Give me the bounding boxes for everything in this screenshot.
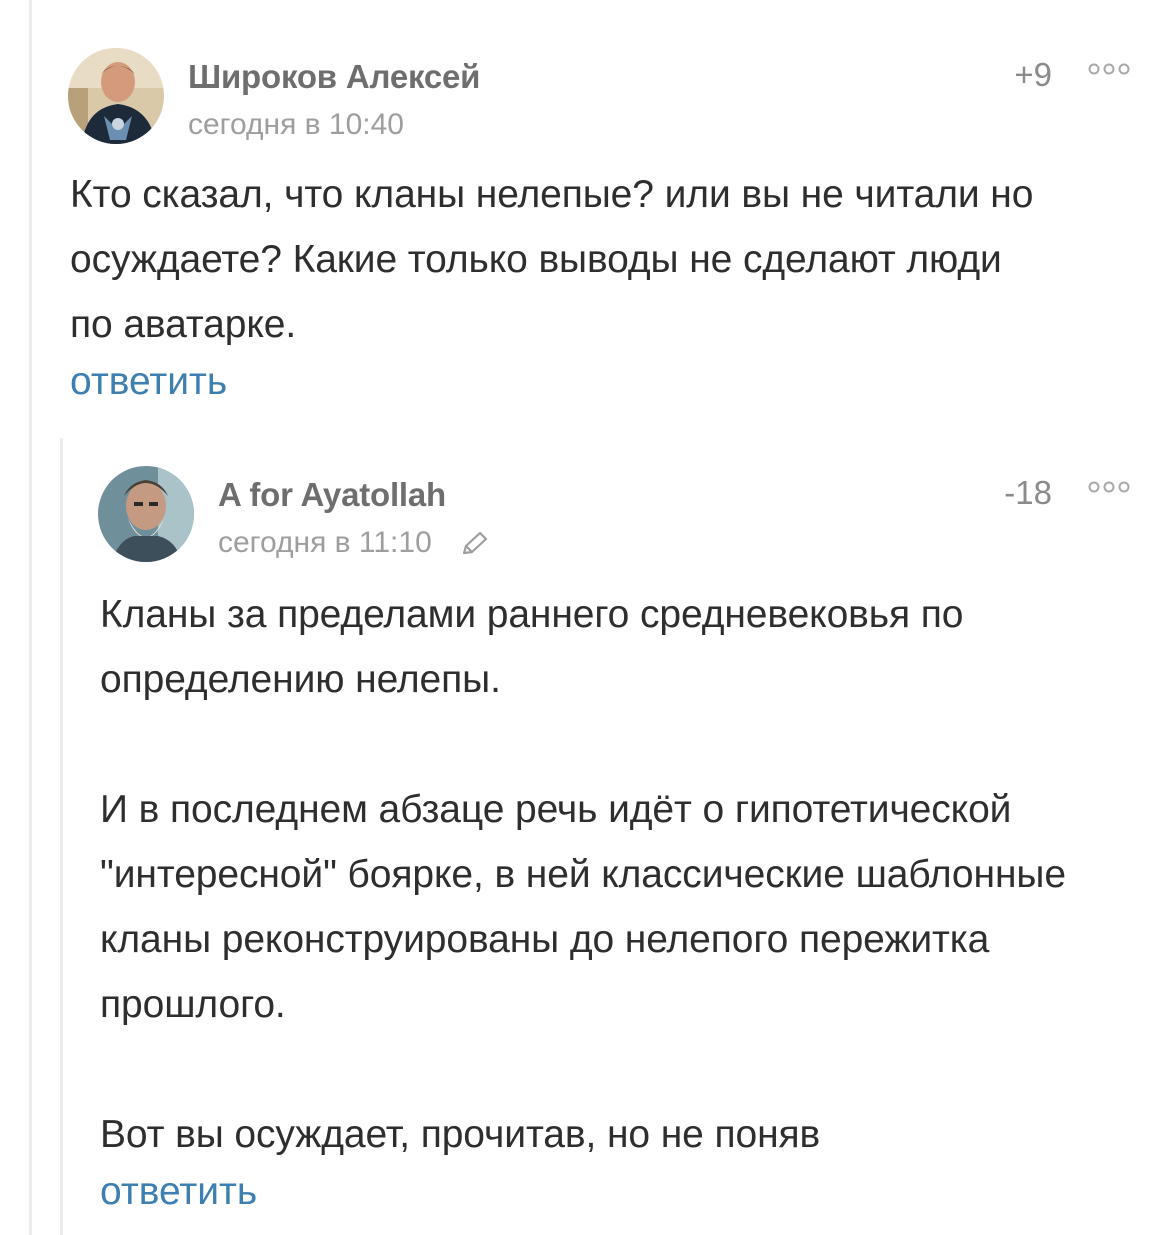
- comment-paragraph: Вот вы осуждает, прочитав, но не поняв: [100, 1113, 821, 1156]
- rating: +9: [1014, 56, 1052, 93]
- comment-line: по аватарке.: [70, 303, 297, 346]
- pencil-icon: [463, 531, 488, 555]
- user-avatar-icon: [98, 466, 194, 562]
- avatar[interactable]: [98, 466, 194, 562]
- comment-text: Кланы за пределами раннего средневековья…: [100, 582, 1130, 1167]
- reply-thread-line: [60, 438, 63, 1235]
- timestamp: сегодня в 11:10: [218, 526, 490, 560]
- avatar[interactable]: [68, 48, 164, 144]
- comment-header: Широков Алексей сегодня в 10:40 +9: [68, 48, 1130, 144]
- timestamp-text: сегодня в 11:10: [218, 526, 432, 559]
- comment-line: осуждаете? Какие только выводы не сделаю…: [70, 238, 1002, 281]
- comment-paragraph: И в последнем абзаце речь идёт о гипотет…: [100, 788, 1066, 1026]
- comment-header: A for Ayatollah сегодня в 11:10 -18: [98, 466, 1130, 562]
- comment: Широков Алексей сегодня в 10:40 +9 Кто с…: [68, 48, 1130, 411]
- comment-reply: A for Ayatollah сегодня в 11:10 -18 Клан…: [98, 466, 1130, 1221]
- user-avatar-icon: [68, 48, 164, 144]
- author-name[interactable]: Широков Алексей: [188, 58, 480, 96]
- timestamp: сегодня в 10:40: [188, 108, 404, 141]
- comment-line: Кто сказал, что кланы нелепые? или вы не…: [70, 173, 1034, 216]
- author-name[interactable]: A for Ayatollah: [218, 476, 446, 514]
- more-options-icon[interactable]: [1088, 62, 1130, 76]
- rating: -18: [1004, 474, 1052, 511]
- reply-link[interactable]: ответить: [100, 1163, 1130, 1221]
- thread-line: [29, 0, 32, 1235]
- reply-link[interactable]: ответить: [70, 353, 1130, 411]
- comment-paragraph: Кланы за пределами раннего средневековья…: [100, 593, 964, 701]
- comment-text: Кто сказал, что кланы нелепые? или вы не…: [70, 162, 1130, 357]
- more-options-icon[interactable]: [1088, 480, 1130, 494]
